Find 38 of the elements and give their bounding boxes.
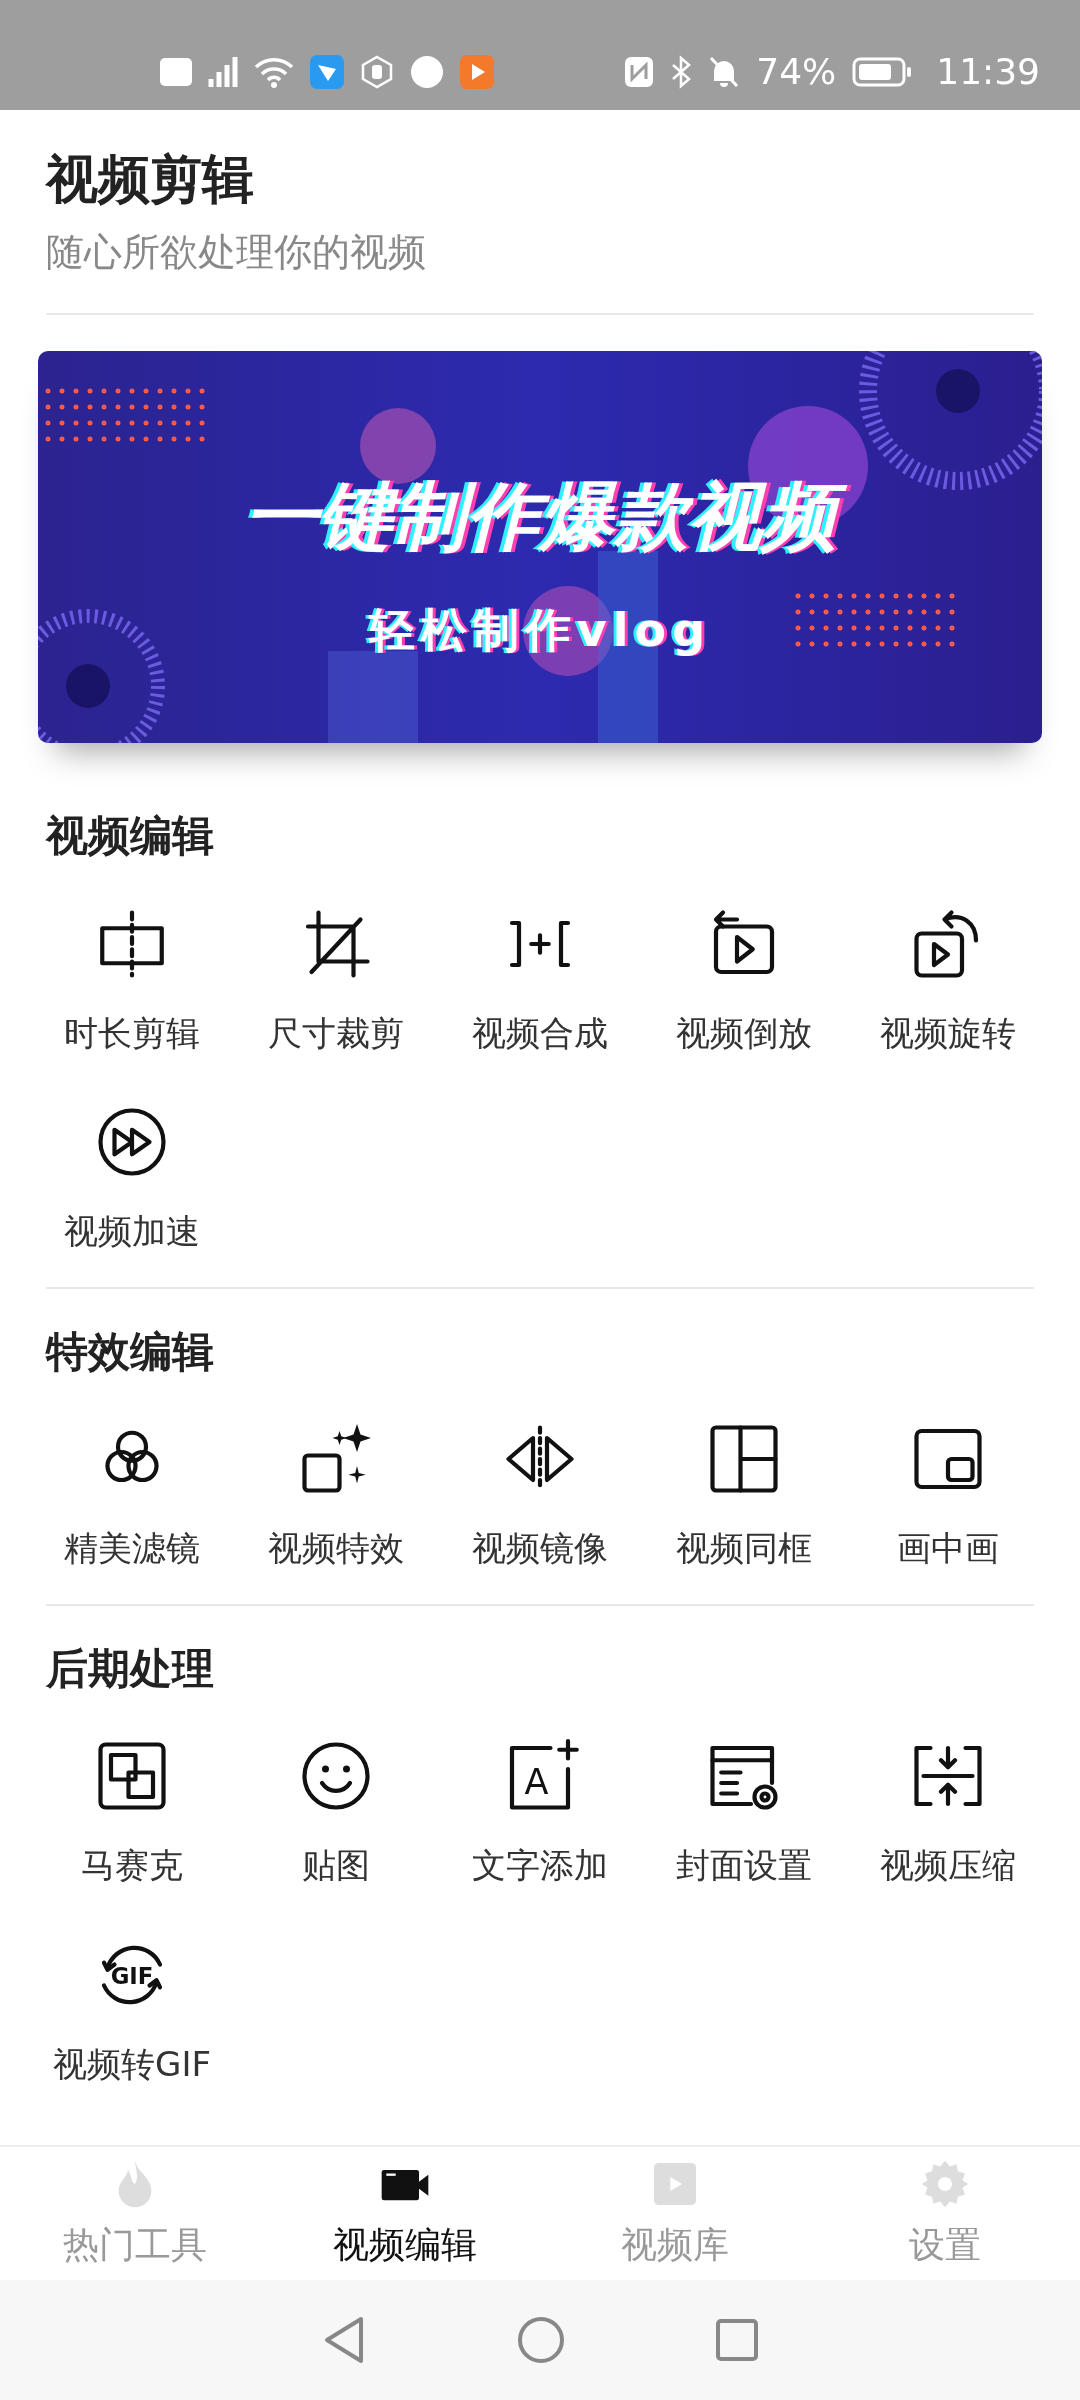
section-title: 后期处理 [46, 1642, 215, 1695]
app-icon [310, 55, 344, 89]
nav-tab[interactable]: 视频编辑 [270, 2147, 540, 2280]
tool-button[interactable]: GIF 视频转GIF [30, 1932, 234, 2086]
tool-button[interactable]: 视频特效 [234, 1417, 438, 1570]
bell-muted-icon [708, 55, 741, 89]
tool-button[interactable]: 视频合成 [438, 901, 642, 1055]
promo-banner[interactable]: 一键制作爆款视频 轻松制作vlog [38, 351, 1042, 743]
page-subtitle: 随心所欲处理你的视频 [46, 228, 427, 276]
page-title: 视频剪辑 [46, 148, 255, 211]
tool-button[interactable]: 时长剪辑 [30, 901, 234, 1055]
tool-button[interactable]: 视频同框 [642, 1417, 846, 1570]
battery-percent: 74% [756, 50, 837, 94]
home-icon[interactable] [517, 2316, 565, 2364]
tool-button[interactable]: 精美滤镜 [30, 1417, 234, 1570]
tool-button[interactable]: 视频倒放 [642, 901, 846, 1055]
tool-button[interactable]: 视频加速 [30, 1100, 234, 1253]
battery-icon [852, 56, 913, 88]
nfc-icon [624, 55, 655, 89]
section-title: 视频编辑 [46, 810, 215, 862]
tool-button[interactable]: A 文字添加 [438, 1734, 642, 1887]
bluetooth-icon [670, 55, 693, 89]
tool-button[interactable]: 贴图 [234, 1734, 438, 1887]
tool-button[interactable]: 视频旋转 [846, 901, 1050, 1055]
tool-button[interactable]: 尺寸裁剪 [234, 901, 438, 1055]
recents-icon[interactable] [715, 2318, 759, 2362]
wifi-icon [254, 55, 294, 89]
tool-button[interactable]: 马赛克 [30, 1734, 234, 1887]
clock-time: 11:39 [936, 50, 1040, 94]
section-title: 特效编辑 [46, 1325, 215, 1378]
tool-button[interactable]: 画中画 [846, 1417, 1050, 1570]
tool-button[interactable]: 视频镜像 [438, 1417, 642, 1570]
play-app-icon [460, 55, 494, 89]
banner-tagline: 轻松制作vlog [367, 602, 713, 659]
tool-button[interactable]: 视频压缩 [846, 1734, 1050, 1887]
signal-icon [208, 57, 238, 87]
banner-headline: 一键制作爆款视频 [38, 461, 1042, 572]
tool-button[interactable]: 封面设置 [642, 1734, 846, 1887]
